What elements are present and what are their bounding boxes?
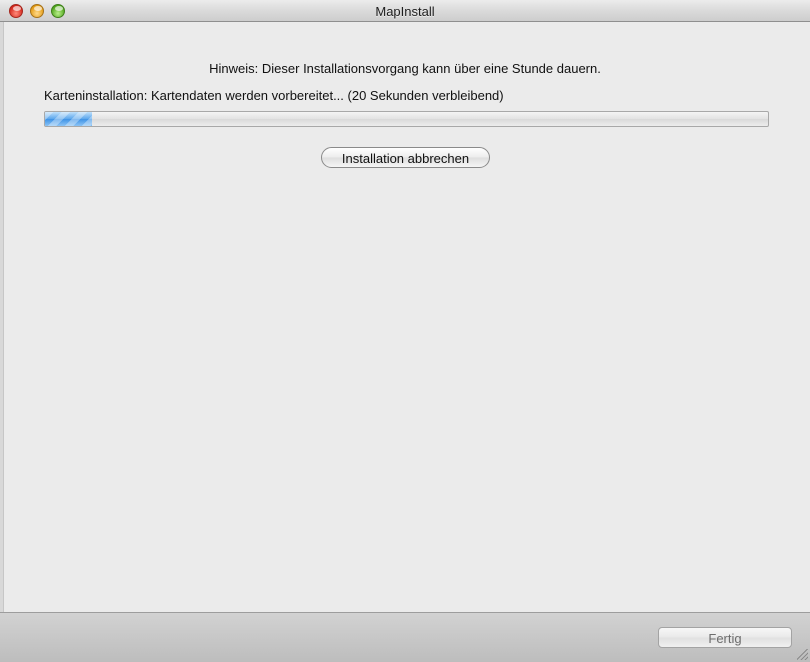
resize-grip-icon[interactable] xyxy=(797,649,808,660)
mapinstall-window: MapInstall Hinweis: Dieser Installations… xyxy=(0,0,810,662)
install-progress-bar xyxy=(44,111,769,127)
done-button[interactable]: Fertig xyxy=(658,627,792,648)
progress-fill xyxy=(45,112,92,126)
window-title: MapInstall xyxy=(375,4,435,19)
window-edge xyxy=(0,22,4,612)
title-bar[interactable]: MapInstall xyxy=(0,0,810,22)
install-status-text: Karteninstallation: Kartendaten werden v… xyxy=(44,88,504,103)
duration-notice: Hinweis: Dieser Installationsvorgang kan… xyxy=(209,61,601,76)
cancel-installation-button[interactable]: Installation abbrechen xyxy=(321,147,490,168)
